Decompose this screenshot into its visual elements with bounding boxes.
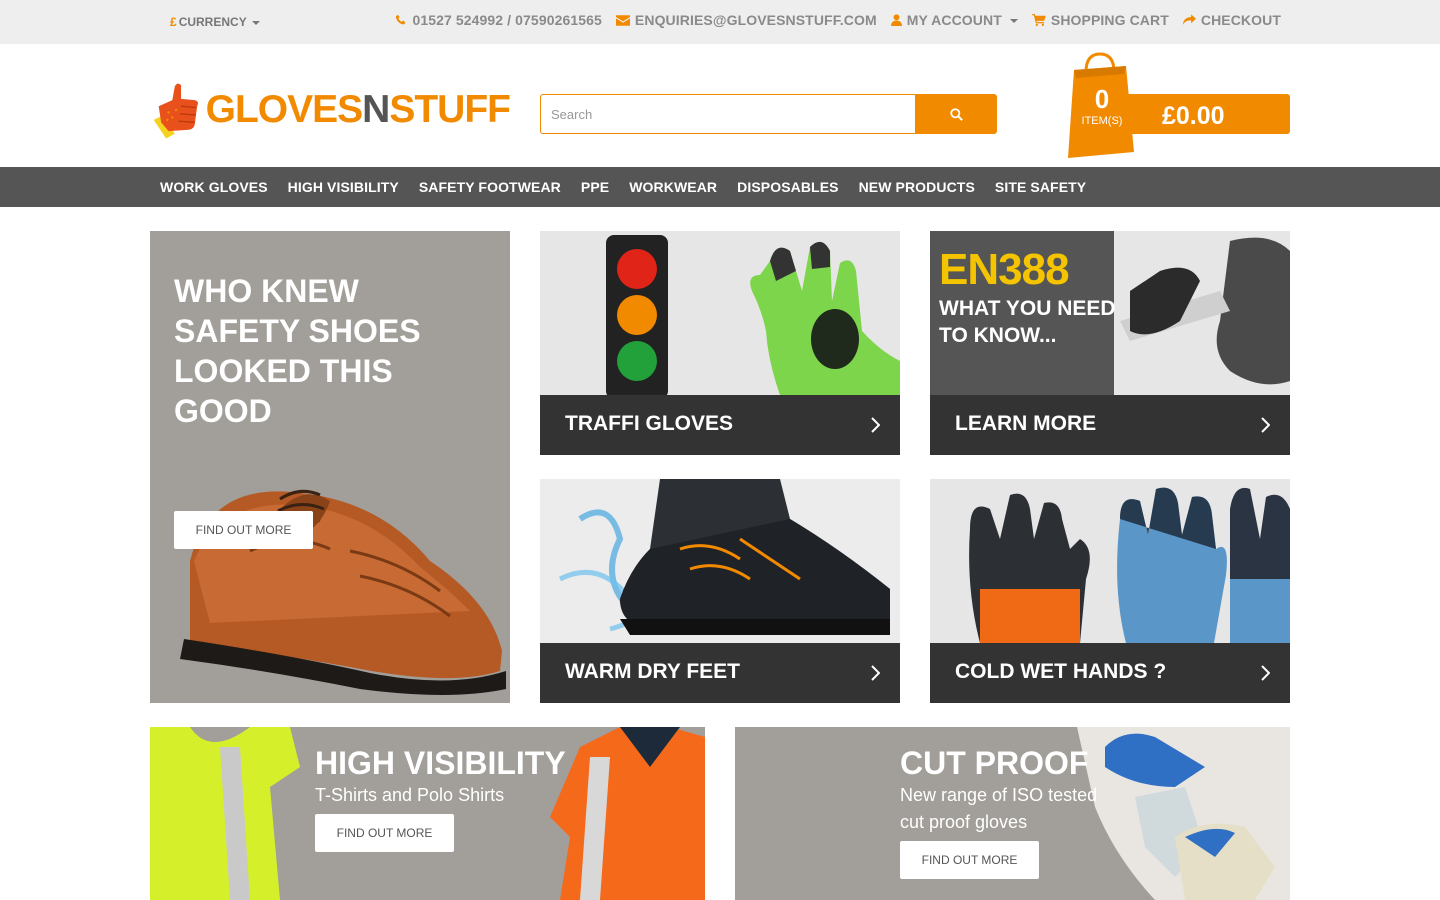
nav-item-disposables[interactable]: DISPOSABLES bbox=[727, 179, 848, 195]
checkout-label: CHECKOUT bbox=[1200, 12, 1281, 28]
logo-wordmark: GLOVESNSTUFF bbox=[205, 88, 511, 132]
currency-dropdown[interactable]: £ CURRENCY bbox=[170, 15, 260, 29]
chevron-down-icon bbox=[251, 20, 260, 25]
currency-symbol: £ bbox=[170, 15, 177, 29]
en388-overlay-title: EN388 bbox=[939, 245, 1070, 294]
top-bar: £ CURRENCY 01527 524992 / 07590261565 EN… bbox=[0, 0, 1440, 44]
logo-text-stuff: STUFF bbox=[389, 88, 511, 131]
hero-safety-shoes-tile[interactable]: WHO KNEW SAFETY SHOES LOOKED THIS GOOD F… bbox=[150, 231, 510, 703]
tile-caption-text: WARM DRY FEET bbox=[565, 660, 741, 683]
nav-item-work-gloves[interactable]: WORK GLOVES bbox=[150, 179, 278, 195]
cart-total: £0.00 bbox=[1162, 102, 1225, 130]
hero-title: WHO KNEW SAFETY SHOES LOOKED THIS GOOD bbox=[174, 273, 421, 429]
cold-wet-hands-tile[interactable]: COLD WET HANDS ? bbox=[930, 479, 1290, 703]
envelope-icon bbox=[615, 14, 630, 26]
my-account-dropdown[interactable]: MY ACCOUNT bbox=[890, 12, 1018, 28]
hero-find-out-more-button[interactable]: FIND OUT MORE bbox=[174, 511, 313, 549]
share-icon bbox=[1182, 14, 1196, 25]
user-icon bbox=[890, 14, 902, 26]
thumbs-up-glove-icon bbox=[153, 83, 198, 139]
search-input[interactable] bbox=[540, 94, 915, 134]
cart-icon bbox=[1032, 14, 1046, 26]
tile-caption: TRAFFI GLOVES bbox=[540, 395, 900, 455]
nav-item-safety-footwear[interactable]: SAFETY FOOTWEAR bbox=[409, 179, 571, 195]
chevron-down-icon bbox=[1009, 18, 1018, 23]
shopping-cart-link[interactable]: SHOPPING CART bbox=[1032, 12, 1169, 28]
chevron-right-icon bbox=[1261, 417, 1270, 433]
traffic-light-glove-image bbox=[540, 231, 900, 395]
search-icon bbox=[949, 107, 963, 121]
email-text: ENQUIRIES@GLOVESNSTUFF.COM bbox=[634, 12, 877, 28]
top-links: 01527 524992 / 07590261565 ENQUIRIES@GLO… bbox=[395, 12, 1281, 28]
chevron-right-icon bbox=[1261, 665, 1270, 681]
banner-subtitle: T-Shirts and Polo Shirts bbox=[315, 785, 505, 805]
high-visibility-find-out-more-button[interactable]: FIND OUT MORE bbox=[315, 814, 454, 852]
checkout-link[interactable]: CHECKOUT bbox=[1182, 12, 1281, 28]
traffi-gloves-tile[interactable]: TRAFFI GLOVES bbox=[540, 231, 900, 455]
phone-text: 01527 524992 / 07590261565 bbox=[412, 12, 602, 28]
tile-caption: LEARN MORE bbox=[930, 395, 1290, 455]
banner-title: HIGH VISIBILITY bbox=[315, 745, 566, 781]
phone-icon bbox=[396, 14, 406, 25]
tile-caption-text: TRAFFI GLOVES bbox=[565, 412, 733, 435]
banner-title: CUT PROOF bbox=[900, 745, 1089, 781]
cut-proof-find-out-more-button[interactable]: FIND OUT MORE bbox=[900, 841, 1039, 879]
header: GLOVESNSTUFF 0 ITEM(S) £0.00 bbox=[0, 44, 1440, 167]
shopping-cart-label: SHOPPING CART bbox=[1050, 12, 1169, 28]
cart-count: 0 bbox=[1094, 84, 1110, 114]
logo-text-gloves: GLOVES bbox=[205, 88, 364, 131]
my-account-label: MY ACCOUNT bbox=[906, 12, 1002, 28]
cart-items-label: ITEM(S) bbox=[1081, 115, 1123, 127]
en388-tile[interactable]: EN388 WHAT YOU NEED TO KNOW... LEARN MOR… bbox=[930, 231, 1290, 455]
cart-widget[interactable]: 0 ITEM(S) £0.00 bbox=[1062, 52, 1290, 162]
logo-text-n: N bbox=[362, 88, 390, 131]
tile-caption-text: LEARN MORE bbox=[955, 412, 1097, 435]
nav-item-ppe[interactable]: PPE bbox=[571, 179, 619, 195]
nav-item-workwear[interactable]: WORKWEAR bbox=[619, 179, 727, 195]
tile-caption-text: COLD WET HANDS ? bbox=[955, 660, 1167, 683]
cut-proof-banner[interactable]: CUT PROOF New range of ISO tested cut pr… bbox=[735, 727, 1290, 900]
search-button[interactable] bbox=[915, 94, 997, 134]
high-visibility-banner[interactable]: HIGH VISIBILITY T-Shirts and Polo Shirts… bbox=[150, 727, 705, 900]
nav-item-high-visibility[interactable]: HIGH VISIBILITY bbox=[278, 179, 409, 195]
tile-caption: COLD WET HANDS ? bbox=[930, 643, 1290, 703]
search-bar bbox=[540, 94, 997, 134]
banner-subtitle: New range of ISO tested cut proof gloves bbox=[900, 785, 1098, 832]
currency-label: CURRENCY bbox=[178, 15, 247, 29]
phone-link[interactable]: 01527 524992 / 07590261565 bbox=[395, 12, 602, 28]
email-link[interactable]: ENQUIRIES@GLOVESNSTUFF.COM bbox=[615, 12, 877, 28]
site-logo[interactable]: GLOVESNSTUFF bbox=[150, 64, 511, 156]
chevron-right-icon bbox=[871, 417, 880, 433]
main-nav: WORK GLOVES HIGH VISIBILITY SAFETY FOOTW… bbox=[0, 167, 1440, 207]
tile-caption: WARM DRY FEET bbox=[540, 643, 900, 703]
waterproof-gloves-image bbox=[930, 479, 1290, 643]
nav-item-site-safety[interactable]: SITE SAFETY bbox=[985, 179, 1096, 195]
chevron-right-icon bbox=[871, 665, 880, 681]
en388-overlay-subtitle: WHAT YOU NEED TO KNOW... bbox=[939, 297, 1116, 347]
waterproof-boot-image bbox=[540, 479, 900, 643]
warm-dry-feet-tile[interactable]: WARM DRY FEET bbox=[540, 479, 900, 703]
nav-item-new-products[interactable]: NEW PRODUCTS bbox=[849, 179, 985, 195]
